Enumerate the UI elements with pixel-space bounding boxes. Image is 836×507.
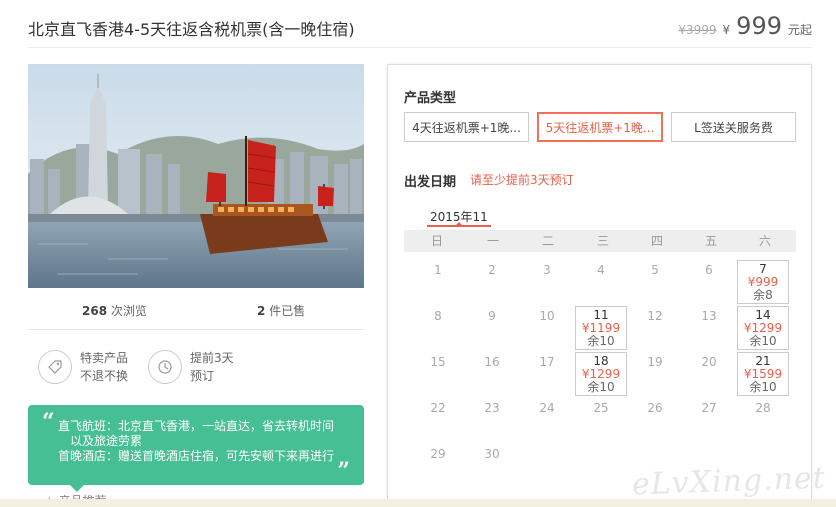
day-stock: 余10 bbox=[749, 380, 777, 394]
close-quote-icon: ” bbox=[337, 458, 350, 484]
quote-line: 首晚酒店：赠送首晚酒店住宿，可先安顿下来再进行 bbox=[58, 449, 335, 463]
quote-pointer bbox=[70, 485, 84, 492]
feature-line: 特卖产品 bbox=[80, 351, 129, 365]
calendar-day[interactable]: 18 ¥1299 余10 bbox=[575, 352, 627, 396]
calendar-day: 4 bbox=[597, 263, 605, 277]
calendar-day: 6 bbox=[705, 263, 713, 277]
price-block: ¥3999 ¥ 999 元起 bbox=[678, 12, 812, 40]
quote-line: 以及旅途劳累 bbox=[70, 434, 143, 448]
calendar-day: 19 bbox=[647, 355, 663, 369]
feature-special-sale: 特卖产品 不退不换 bbox=[38, 347, 128, 387]
calendar-day[interactable]: 7 ¥999 余8 bbox=[737, 260, 789, 304]
tag-icon bbox=[38, 350, 72, 384]
calendar-day: 28 bbox=[755, 401, 771, 415]
header-divider bbox=[28, 47, 812, 48]
calendar-day: 27 bbox=[701, 401, 717, 415]
clock-icon bbox=[148, 350, 182, 384]
currency-symbol: ¥ bbox=[722, 23, 731, 37]
calendar-day: 17 bbox=[539, 355, 555, 369]
calendar-day: 29 bbox=[430, 447, 446, 461]
calendar-day: 3 bbox=[543, 263, 551, 277]
sold-count: 2 件已售 bbox=[257, 304, 306, 318]
calendar-day: 24 bbox=[539, 401, 555, 415]
calendar-day: 23 bbox=[484, 401, 500, 415]
calendar-day: 2 bbox=[488, 263, 496, 277]
booking-hint: 请至少提前3天预订 bbox=[470, 173, 574, 187]
product-option-visa[interactable]: L签送关服务费 bbox=[671, 112, 796, 142]
product-stats: 268 次浏览 2 件已售 bbox=[28, 300, 364, 320]
stats-divider bbox=[28, 329, 364, 330]
weekday-label: 六 bbox=[758, 234, 771, 248]
page-title: 北京直飞香港4-5天往返含税机票(含一晚住宿) bbox=[28, 20, 355, 39]
calendar-day: 25 bbox=[593, 401, 609, 415]
calendar-day[interactable]: 14 ¥1299 余10 bbox=[737, 306, 789, 350]
calendar-day: 22 bbox=[430, 401, 446, 415]
day-stock: 余10 bbox=[587, 380, 615, 394]
calendar-day: 16 bbox=[484, 355, 500, 369]
highlights-quote: “ 直飞航班：北京直飞香港，一站直达，省去转机时间 以及旅途劳累 首晚酒店：赠送… bbox=[28, 405, 364, 492]
weekday-label: 五 bbox=[704, 234, 717, 248]
weekday-label: 日 bbox=[430, 234, 443, 248]
calendar-day: 5 bbox=[651, 263, 659, 277]
booking-panel: 产品类型 4天往返机票+1晚... 5天往返机票+1晚... L签送关服务费 出… bbox=[387, 64, 812, 507]
feature-advance-booking: 提前3天 预订 bbox=[148, 347, 234, 387]
calendar-day: 15 bbox=[430, 355, 446, 369]
calendar-day: 20 bbox=[701, 355, 717, 369]
view-count: 268 次浏览 bbox=[82, 304, 147, 318]
product-option-4day[interactable]: 4天往返机票+1晚... bbox=[404, 112, 529, 142]
caret-up-icon bbox=[455, 222, 463, 226]
day-stock: 余10 bbox=[749, 334, 777, 348]
calendar-day: 13 bbox=[701, 309, 717, 323]
weekday-header: 日 一 二 三 四 五 六 bbox=[404, 230, 796, 252]
product-option-5day[interactable]: 5天往返机票+1晚... bbox=[537, 112, 663, 142]
calendar-day: 30 bbox=[484, 447, 500, 461]
calendar-day: 8 bbox=[434, 309, 442, 323]
day-stock: 余8 bbox=[753, 288, 773, 302]
calendar-day: 9 bbox=[488, 309, 496, 323]
calendar-day[interactable]: 11 ¥1199 余10 bbox=[575, 306, 627, 350]
calendar-day: 1 bbox=[434, 263, 442, 277]
calendar-day: 10 bbox=[539, 309, 555, 323]
feature-line: 提前3天 bbox=[190, 351, 234, 365]
departure-date-label: 出发日期 bbox=[404, 175, 457, 190]
calendar-day: 26 bbox=[647, 401, 663, 415]
feature-line: 预订 bbox=[190, 369, 215, 383]
weekday-label: 三 bbox=[596, 234, 609, 248]
bottom-strip bbox=[0, 499, 836, 507]
original-price: ¥3999 bbox=[678, 23, 717, 37]
calendar-day[interactable]: 21 ¥1599 余10 bbox=[737, 352, 789, 396]
feature-line: 不退不换 bbox=[80, 369, 129, 383]
product-type-label: 产品类型 bbox=[404, 91, 457, 106]
price-suffix: 元起 bbox=[787, 23, 812, 37]
weekday-label: 一 bbox=[486, 234, 499, 248]
product-page: 北京直飞香港4-5天往返含税机票(含一晚住宿) ¥3999 ¥ 999 元起 2… bbox=[0, 0, 836, 507]
hong-kong-harbor-image bbox=[28, 64, 364, 288]
weekday-label: 四 bbox=[650, 234, 663, 248]
quote-line: 直飞航班：北京直飞香港，一站直达，省去转机时间 bbox=[58, 419, 335, 433]
day-stock: 余10 bbox=[587, 334, 615, 348]
calendar-day: 12 bbox=[647, 309, 663, 323]
current-price: 999 bbox=[736, 12, 782, 40]
product-photo[interactable] bbox=[28, 64, 364, 288]
weekday-label: 二 bbox=[541, 234, 554, 248]
open-quote-icon: “ bbox=[42, 409, 55, 435]
